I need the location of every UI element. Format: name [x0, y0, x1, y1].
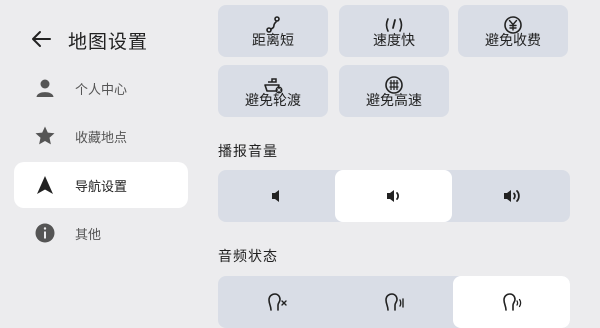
fast-speed-icon: [385, 18, 403, 32]
sidebar-item-label: 导航设置: [75, 179, 128, 195]
route-option-avoid-ferry[interactable]: 避免轮渡: [218, 65, 328, 117]
route-option-fast-speed[interactable]: 速度快: [339, 5, 449, 57]
sidebar-item-label: 收藏地点: [75, 130, 128, 146]
voice-mute-option[interactable]: [218, 276, 335, 328]
voice-brief-option[interactable]: [335, 276, 452, 328]
broadcast-volume-selector: [218, 170, 570, 222]
audio-status-title: 音频状态: [218, 249, 278, 265]
short-distance-icon: [266, 16, 280, 33]
sidebar-item-label: 个人中心: [75, 82, 128, 98]
route-option-avoid-highway[interactable]: 避免高速: [339, 65, 449, 117]
page-title: 地图设置: [68, 31, 149, 53]
voice-detailed-option[interactable]: [453, 276, 570, 328]
route-option-short-distance[interactable]: 距离短: [218, 5, 328, 57]
sidebar-item-favorites[interactable]: 收藏地点: [14, 113, 188, 159]
voice-mute-icon: [267, 293, 287, 311]
volume-high-icon: [503, 190, 520, 202]
volume-high-option[interactable]: [453, 170, 570, 222]
sidebar-item-navigation-settings[interactable]: 导航设置: [14, 162, 188, 208]
voice-brief-icon: [384, 293, 404, 311]
sidebar: 地图设置 个人中心 收藏地点 导航设置 其他: [0, 0, 200, 316]
sidebar-item-personal-center[interactable]: 个人中心: [14, 65, 188, 111]
audio-status-selector: [218, 276, 570, 328]
navigation-arrow-icon: [37, 176, 53, 194]
person-icon: [36, 79, 54, 97]
voice-detailed-icon: [502, 293, 521, 311]
volume-medium-option[interactable]: [335, 170, 452, 222]
avoid-toll-icon: [504, 16, 522, 34]
avoid-highway-icon: [385, 76, 403, 94]
broadcast-volume-title: 播报音量: [218, 144, 278, 160]
volume-low-option[interactable]: [218, 170, 335, 222]
route-option-avoid-toll[interactable]: 避免收费: [458, 5, 568, 57]
back-arrow-icon[interactable]: [30, 28, 52, 50]
navigation-settings-panel: 距离短 速度快 避免收费 避免轮渡 避免高速 播报音量 音频状态: [200, 0, 600, 328]
sidebar-item-label: 其他: [75, 227, 102, 243]
avoid-ferry-icon: [264, 78, 283, 94]
volume-medium-icon: [386, 190, 399, 202]
volume-low-icon: [271, 190, 279, 202]
star-icon: [35, 126, 55, 145]
sidebar-item-other[interactable]: 其他: [14, 210, 188, 256]
info-icon: [35, 223, 55, 243]
